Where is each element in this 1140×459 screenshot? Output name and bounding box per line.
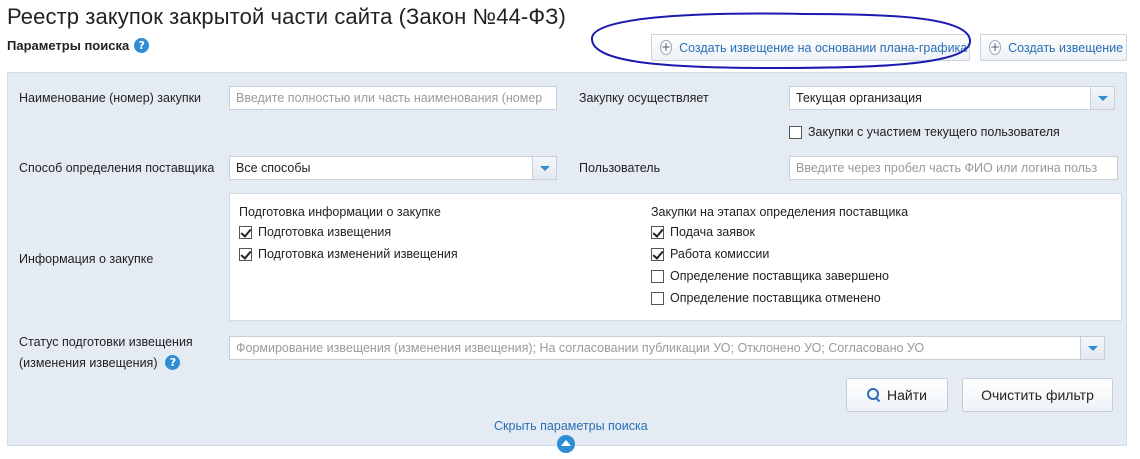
checkbox-box[interactable] (239, 225, 252, 239)
purchase-info-label: Информация о закупке (19, 252, 154, 266)
supplier-completed-checkbox[interactable]: Определение поставщика завершено (651, 269, 889, 283)
page-title: Реестр закупок закрытой части сайта (Зак… (7, 4, 566, 29)
right-group-title: Закупки на этапах определения поставщика (651, 205, 909, 219)
search-params-label: Параметры поиска (7, 38, 130, 53)
user-input[interactable]: Введите через пробел часть ФИО или логин… (789, 156, 1118, 180)
help-icon[interactable]: ? (134, 38, 150, 53)
status-label-line2-row: (изменения извещения) ? (19, 355, 181, 370)
purchase-name-input[interactable]: Введите полностью или часть наименования… (229, 86, 557, 110)
search-params-header: Параметры поиска ? (7, 38, 150, 53)
purchase-name-label: Наименование (номер) закупки (19, 91, 202, 105)
chevron-down-icon[interactable] (1090, 87, 1114, 109)
clear-filter-button[interactable]: Очистить фильтр (962, 378, 1113, 412)
checkbox-label: Определение поставщика завершено (670, 269, 890, 283)
checkbox-box[interactable] (651, 291, 664, 305)
purchaser-select[interactable]: Текущая организация (789, 86, 1115, 110)
left-group-title: Подготовка информации о закупке (239, 205, 441, 219)
status-label-line2: (изменения извещения) (19, 355, 158, 370)
checkbox-label: Определение поставщика отменено (670, 291, 881, 305)
checkbox-box[interactable] (651, 247, 664, 261)
chevron-down-icon[interactable] (1080, 337, 1104, 359)
status-label-line1: Статус подготовки извещения (19, 335, 193, 349)
purchaser-value: Текущая организация (796, 91, 922, 105)
checkbox-label: Подготовка извещения (258, 225, 392, 239)
supplier-cancelled-checkbox[interactable]: Определение поставщика отменено (651, 291, 881, 305)
hide-search-params-link[interactable]: Скрыть параметры поиска (494, 419, 648, 433)
with-current-user-checkbox[interactable]: Закупки с участием текущего пользователя (789, 125, 1060, 139)
user-label: Пользователь (579, 161, 661, 175)
checkbox-box[interactable] (789, 125, 802, 139)
status-select[interactable]: Формирование извещения (изменения извеще… (229, 336, 1105, 360)
supplier-method-value: Все способы (236, 161, 311, 175)
checkbox-box[interactable] (239, 247, 252, 261)
purchase-info-box: Подготовка информации о закупке Подготов… (229, 193, 1122, 321)
create-notice-label: Создать извещение (1008, 40, 1124, 55)
help-icon[interactable]: ? (165, 355, 181, 370)
search-icon (867, 388, 881, 402)
applications-checkbox[interactable]: Подача заявок (651, 225, 755, 239)
commission-checkbox[interactable]: Работа комиссии (651, 247, 769, 261)
find-button[interactable]: Найти (846, 378, 948, 412)
checkbox-box[interactable] (651, 225, 664, 239)
create-notice-button[interactable]: + Создать извещение (980, 34, 1127, 61)
prep-changes-checkbox[interactable]: Подготовка изменений извещения (239, 247, 458, 261)
chevron-up-icon[interactable] (557, 435, 575, 453)
chevron-down-icon[interactable] (532, 157, 556, 179)
checkbox-label: Работа комиссии (670, 247, 770, 261)
search-panel: Наименование (номер) закупки Введите пол… (7, 72, 1127, 453)
find-label: Найти (887, 387, 927, 403)
with-current-user-label: Закупки с участием текущего пользователя (808, 125, 1060, 139)
clear-filter-label: Очистить фильтр (981, 387, 1094, 403)
checkbox-label: Подача заявок (670, 225, 755, 239)
checkbox-label: Подготовка изменений извещения (258, 247, 458, 261)
status-placeholder: Формирование извещения (изменения извеще… (236, 341, 925, 355)
plus-icon: + (660, 40, 673, 55)
plus-icon: + (989, 40, 1002, 55)
supplier-method-select[interactable]: Все способы (229, 156, 557, 180)
purchaser-label: Закупку осуществляет (579, 91, 709, 105)
checkbox-box[interactable] (651, 269, 664, 283)
prep-notice-checkbox[interactable]: Подготовка извещения (239, 225, 391, 239)
supplier-method-label: Способ определения поставщика (19, 161, 215, 175)
create-notice-from-plan-label: Создать извещение на основании плана-гра… (679, 40, 968, 55)
create-notice-from-plan-button[interactable]: + Создать извещение на основании плана-г… (651, 34, 970, 61)
